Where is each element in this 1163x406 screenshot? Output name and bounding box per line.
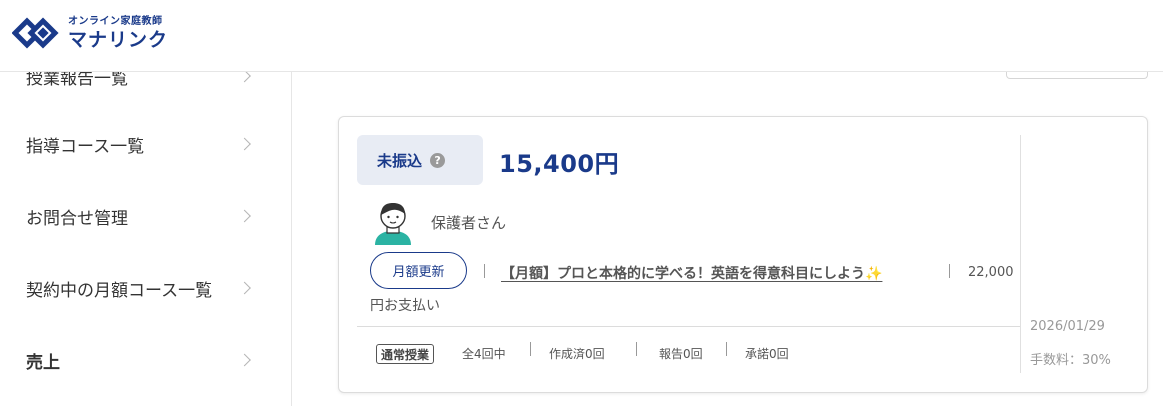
separator — [726, 342, 727, 356]
chevron-right-icon — [238, 137, 251, 151]
separator — [530, 342, 531, 356]
sidebar-item-label: 契約中の月額コース一覧 — [26, 280, 213, 301]
fee-rate: 手数料：30% — [1030, 353, 1111, 368]
sidebar-item-sales[interactable]: 売上 — [0, 325, 292, 395]
status-badge: 未振込 ? — [357, 135, 483, 185]
help-icon[interactable]: ? — [430, 152, 446, 168]
sidebar-item-label: 指導コース一覧 — [26, 136, 145, 157]
logo-title: マナリンク — [68, 29, 169, 51]
chevron-right-icon — [238, 209, 251, 223]
date: 2026/01/29 — [1030, 319, 1105, 334]
sidebar-item-label: お問合せ管理 — [26, 208, 128, 229]
sidebar-item-monthly-courses[interactable]: 契約中の月額コース一覧 — [0, 253, 292, 323]
logo[interactable]: オンライン家庭教師 マナリンク — [11, 12, 169, 56]
sparkle-icon: ✨ — [865, 266, 883, 282]
sidebar-item-label: 売上 — [26, 352, 60, 373]
separator — [949, 264, 950, 278]
stat-approved: 承諾0回 — [745, 347, 789, 361]
course-title: 【月額】プロと本格的に学べる！英語を得意科目にしよう — [501, 266, 865, 282]
avatar-icon — [373, 199, 413, 245]
separator — [636, 342, 637, 356]
stat-reported: 報告0回 — [659, 347, 703, 361]
card-divider — [357, 326, 1020, 327]
stat-total: 全4回中 — [462, 347, 506, 361]
guardian-name: 保護者さん — [431, 214, 507, 232]
lesson-type-tag: 通常授業 — [376, 344, 435, 364]
sidebar-item-inquiries[interactable]: お問合せ管理 — [0, 181, 292, 251]
payment-amount: 22,000 — [968, 265, 1014, 280]
amount: 15,400円 — [499, 150, 620, 178]
header: オンライン家庭教師 マナリンク — [0, 0, 1163, 72]
separator — [484, 264, 485, 278]
sidebar-item-courses[interactable]: 指導コース一覧 — [0, 109, 292, 179]
payment-label: 円お支払い — [370, 298, 440, 314]
status-text: 未振込 — [377, 151, 423, 170]
logo-icon — [11, 12, 64, 56]
column-divider — [1020, 135, 1021, 373]
logo-subtitle: オンライン家庭教師 — [68, 16, 163, 27]
sales-card: 未振込 ? 15,400円 保護者さん 月額更新 【月額】プロと本格的に学べる！… — [338, 116, 1148, 393]
chevron-right-icon — [238, 353, 251, 367]
monthly-renewal-button[interactable]: 月額更新 — [370, 252, 467, 289]
course-title-link[interactable]: 【月額】プロと本格的に学べる！英語を得意科目にしよう✨ — [501, 263, 882, 283]
chevron-right-icon — [238, 281, 251, 295]
stat-created: 作成済0回 — [549, 347, 605, 361]
